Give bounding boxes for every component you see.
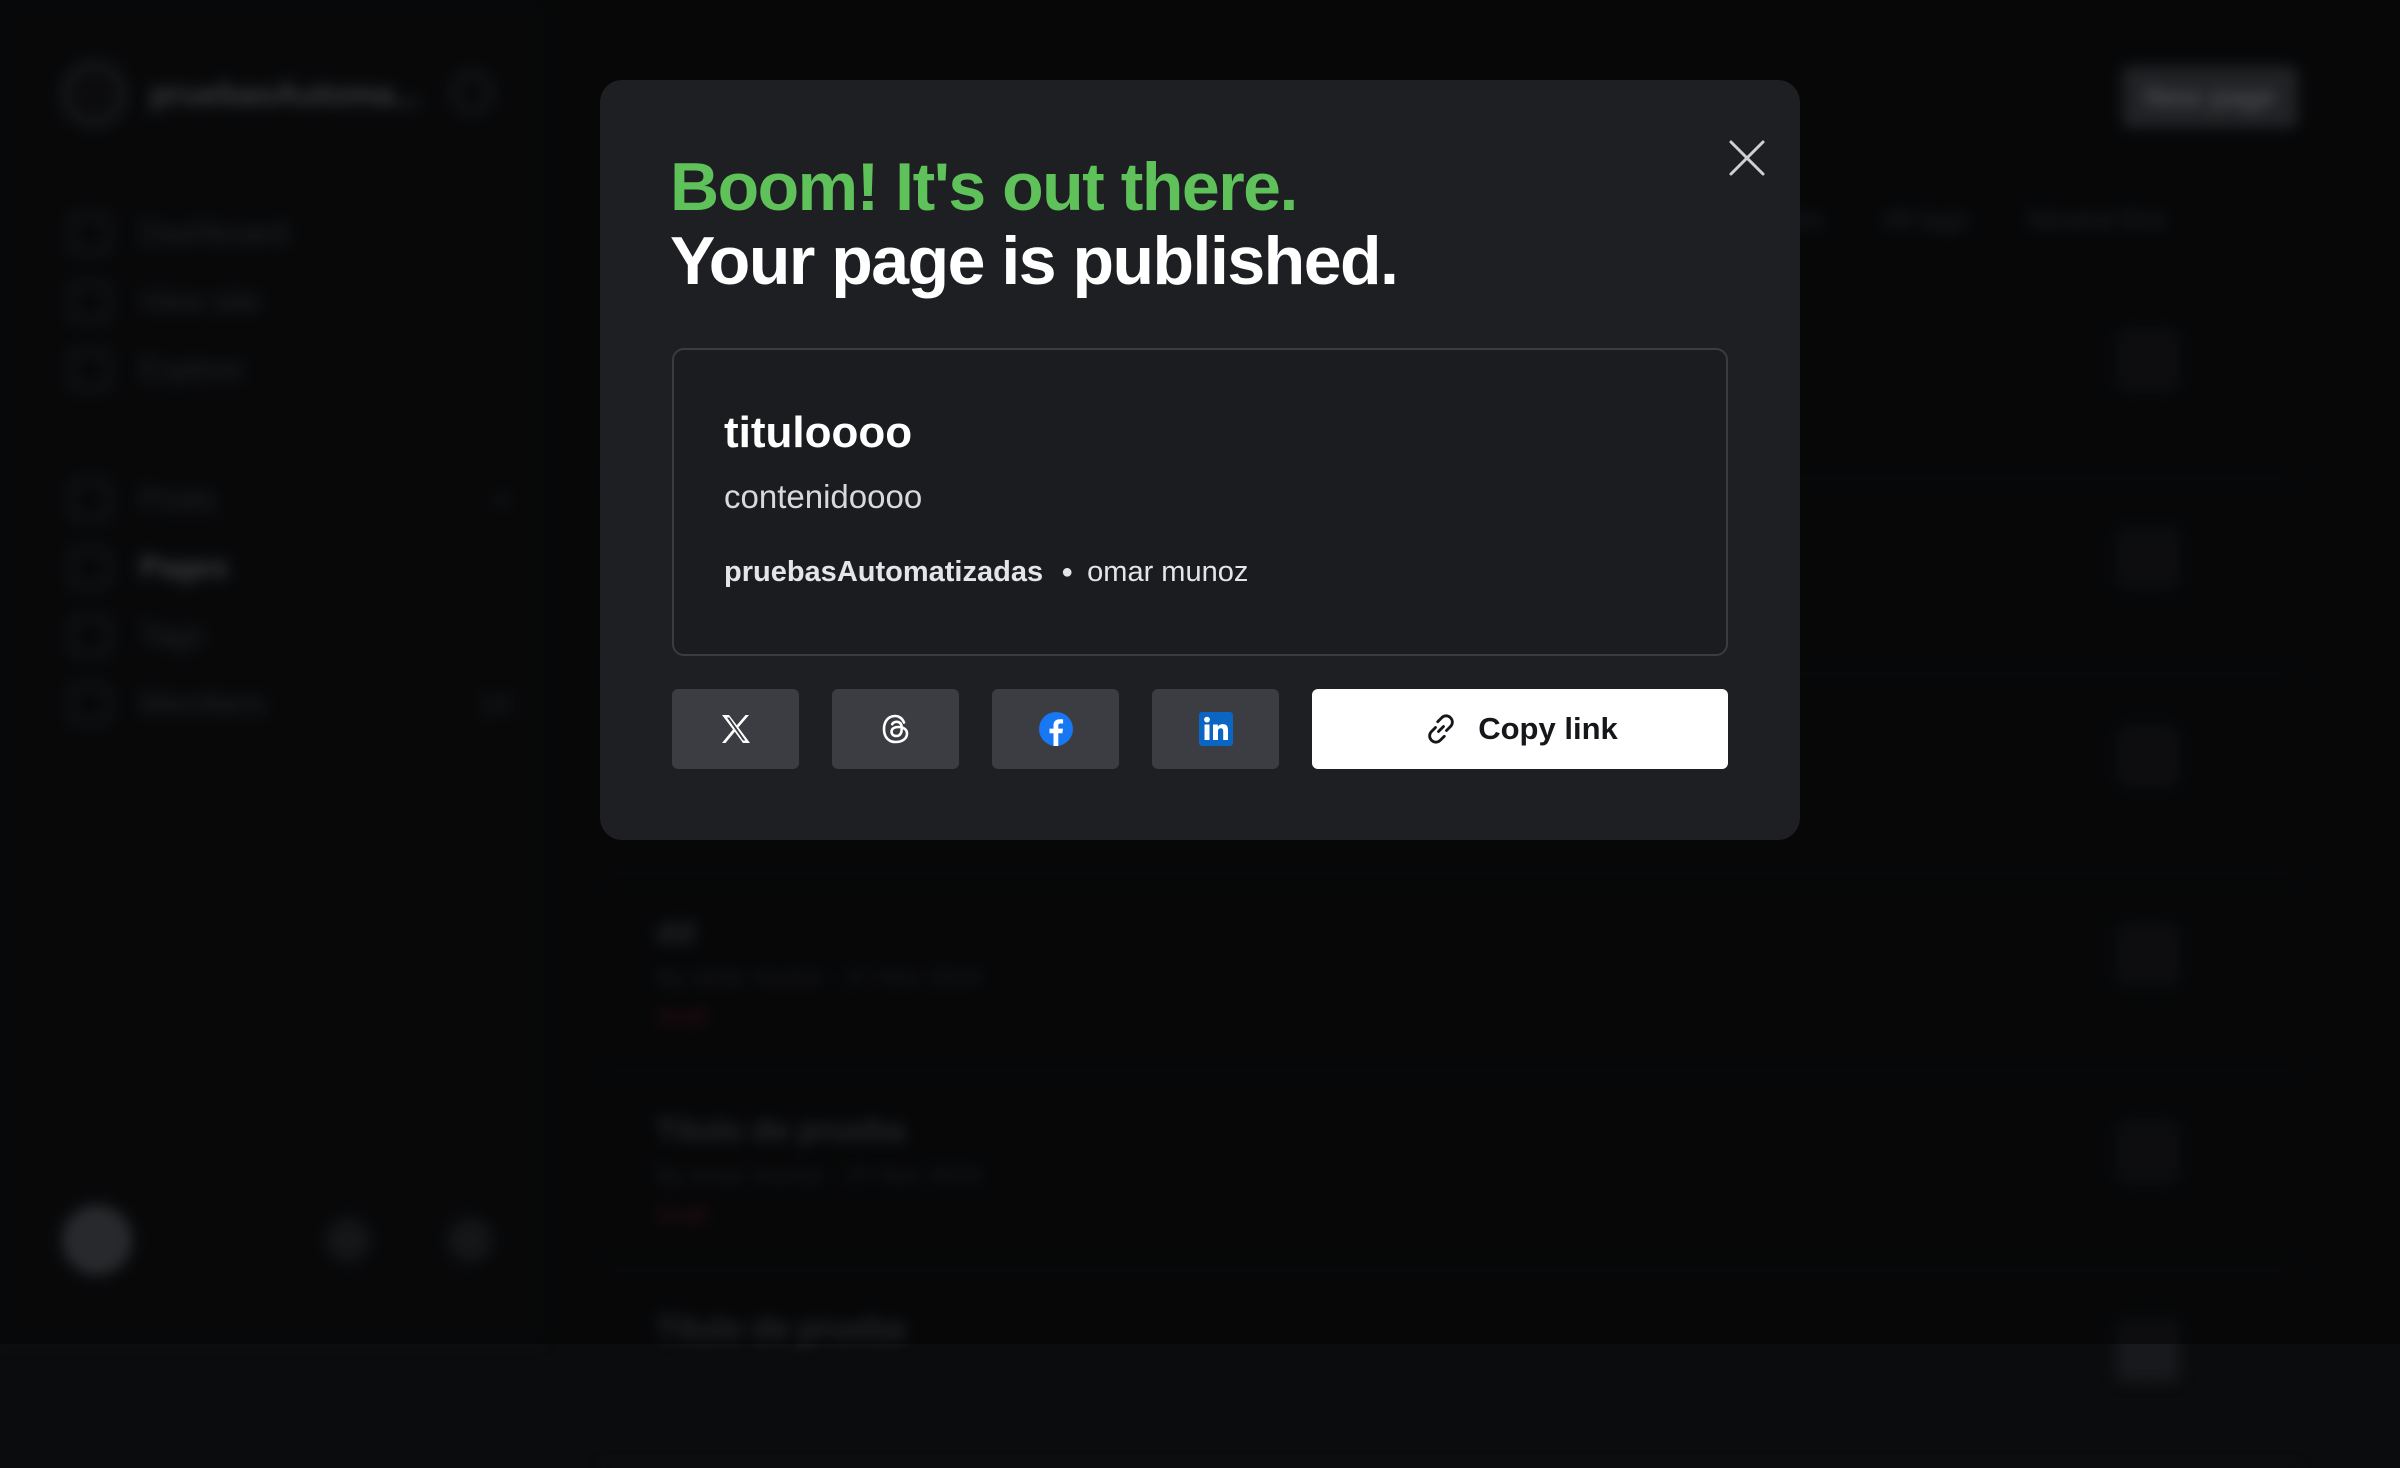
share-buttons: Copy link (672, 689, 1728, 769)
modal-heading: Boom! It's out there. Your page is publi… (670, 149, 1399, 299)
copy-link-label: Copy link (1478, 711, 1618, 746)
link-icon (1428, 714, 1455, 744)
preview-title: tituloooo (724, 408, 913, 457)
preview-excerpt: contenidoooo (724, 478, 923, 515)
share-linkedin-button[interactable] (1152, 689, 1279, 769)
share-threads-button[interactable] (832, 689, 959, 769)
heading-accent-line: Boom! It's out there. (670, 149, 1298, 225)
meta-separator: ● (1061, 561, 1074, 583)
heading-main-line: Your page is published. (670, 223, 1399, 299)
preview-author: omar munoz (1087, 556, 1249, 588)
linkedin-icon (1198, 712, 1233, 746)
copy-link-button[interactable]: Copy link (1312, 689, 1728, 769)
close-button[interactable] (1715, 126, 1779, 190)
publish-success-modal: Boom! It's out there. Your page is publi… (600, 80, 1800, 840)
facebook-icon (1038, 712, 1073, 746)
preview-meta: pruebasAutomatizadas ● omar munoz (724, 556, 1248, 589)
page-preview-card: tituloooo contenidoooo pruebasAutomatiza… (672, 348, 1728, 656)
share-x-button[interactable] (672, 689, 799, 769)
share-facebook-button[interactable] (992, 689, 1119, 769)
threads-icon (882, 714, 908, 744)
app: pruebasAutoma... Dashboard View site Exp… (0, 0, 2400, 1468)
preview-site-name: pruebasAutomatizadas (724, 556, 1044, 588)
close-icon (1729, 140, 1765, 176)
x-icon (721, 715, 750, 743)
